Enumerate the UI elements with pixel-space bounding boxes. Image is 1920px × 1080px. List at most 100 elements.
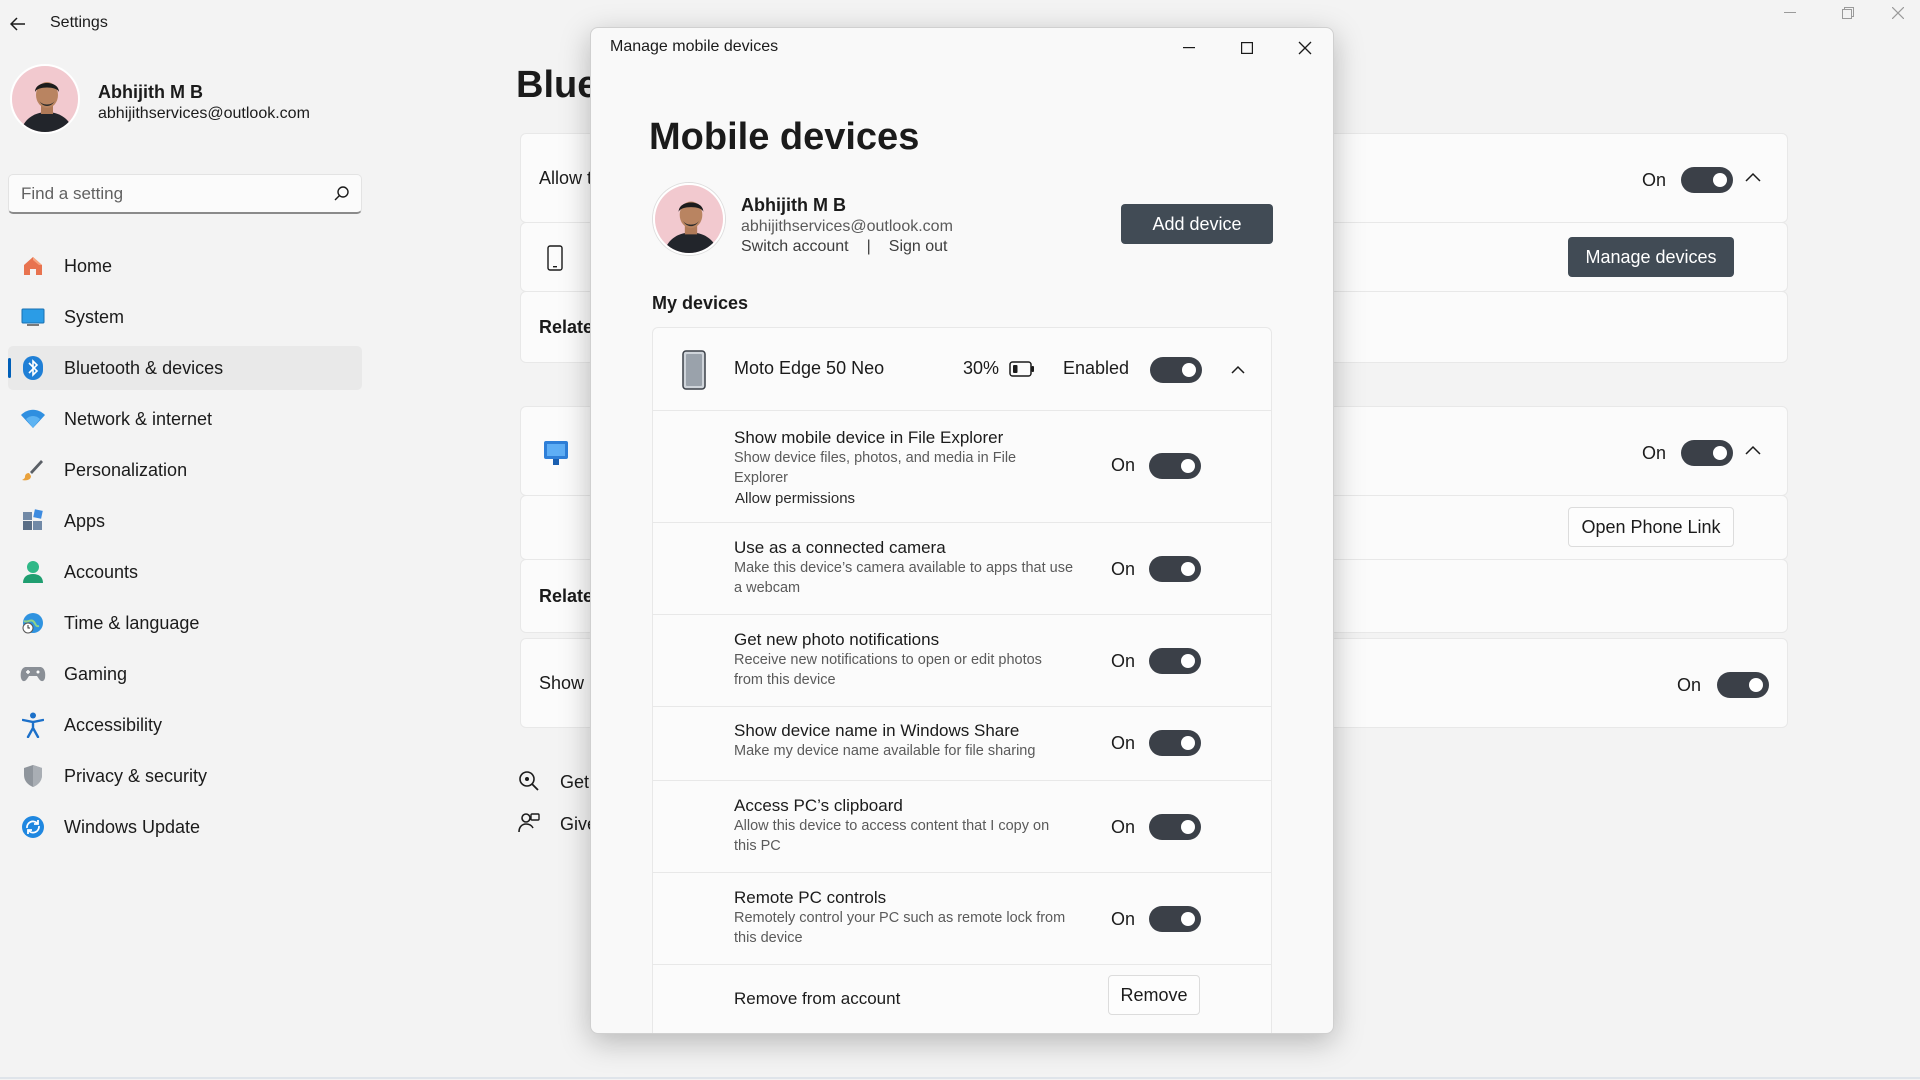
home-icon [20, 253, 46, 279]
link-separator: | [866, 238, 871, 255]
device-name: Moto Edge 50 Neo [734, 358, 885, 378]
nav-item-system[interactable]: System [8, 295, 362, 339]
nav-item-bluetooth-devices[interactable]: Bluetooth & devices [8, 346, 362, 390]
photo-notifications-toggle[interactable] [1149, 648, 1201, 674]
dialog-close-button[interactable] [1277, 28, 1333, 68]
nav-label-windows-update: Windows Update [64, 816, 201, 837]
nav-item-personalization[interactable]: Personalization [8, 448, 362, 492]
device-header[interactable]: Moto Edge 50 Neo 30% Enabled [652, 327, 1272, 411]
nav-label-time-language: Time & language [64, 612, 200, 633]
accessibility-icon [20, 712, 46, 738]
setting-state-label: On [1111, 559, 1136, 579]
setting-row-remote-controls: Remote PC controls Remotely control your… [652, 873, 1272, 965]
windows-share-toggle[interactable] [1149, 730, 1201, 756]
bluetooth-toggle[interactable] [1681, 167, 1733, 193]
remove-button[interactable]: Remove [1108, 975, 1200, 1015]
file-explorer-toggle[interactable] [1149, 453, 1201, 479]
wifi-icon [20, 406, 46, 432]
setting-row-windows-share: Show device name in Windows Share Make m… [652, 707, 1272, 781]
restore-icon [1842, 7, 1854, 19]
device-enabled-toggle[interactable] [1150, 357, 1202, 383]
nav-item-privacy-security[interactable]: Privacy & security [8, 754, 362, 798]
setting-state-label: On [1111, 733, 1136, 753]
setting-row-remove: Remove from account Remove [652, 965, 1272, 1033]
remote-controls-toggle[interactable] [1149, 906, 1201, 932]
dialog-minimize-button[interactable] [1161, 28, 1217, 68]
account-links: Switch account | Sign out [741, 238, 947, 256]
nav-item-apps[interactable]: Apps [8, 499, 362, 543]
back-button[interactable] [4, 10, 32, 38]
phone-link-toggle[interactable] [1681, 440, 1733, 466]
manage-mobile-devices-dialog: Manage mobile devices Mobile devices Abh… [590, 27, 1334, 1034]
nav-item-network[interactable]: Network & internet [8, 397, 362, 441]
minimize-icon [1784, 12, 1796, 13]
back-arrow-icon [10, 17, 25, 31]
search-input[interactable] [21, 183, 334, 204]
nav-label-privacy-security: Privacy & security [64, 765, 208, 786]
switch-account-link[interactable]: Switch account [741, 238, 849, 256]
setting-description: Make this device’s camera available to a… [734, 560, 1074, 596]
get-help-icon [518, 770, 540, 792]
get-help-link[interactable]: Get [560, 772, 589, 793]
feedback-icon [518, 812, 540, 834]
sign-out-link[interactable]: Sign out [889, 238, 948, 256]
setting-description: Remotely control your PC such as remote … [734, 910, 1066, 946]
allow-permissions-link[interactable]: Allow permissions [735, 490, 855, 507]
setting-title: Use as a connected camera [734, 538, 946, 557]
nav-item-accessibility[interactable]: Accessibility [8, 703, 362, 747]
nav-item-home[interactable]: Home [8, 244, 362, 288]
restore-button[interactable] [1820, 0, 1876, 26]
setting-title: Show device name in Windows Share [734, 721, 1020, 740]
setting-title: Show mobile device in File Explorer [734, 428, 1004, 447]
manage-devices-button[interactable]: Manage devices [1568, 237, 1734, 277]
active-indicator [8, 358, 11, 378]
close-icon [1298, 41, 1312, 55]
phone-device-icon [682, 350, 706, 390]
nav-item-gaming[interactable]: Gaming [8, 652, 362, 696]
setting-state-label: On [1111, 455, 1136, 475]
brush-icon [20, 457, 46, 483]
apps-icon [20, 508, 46, 534]
gamepad-icon [20, 661, 46, 687]
nav-label-system: System [64, 306, 125, 327]
battery-icon [1009, 361, 1035, 377]
profile-avatar[interactable] [10, 64, 80, 134]
connected-camera-toggle[interactable] [1149, 556, 1201, 582]
nav-item-accounts[interactable]: Accounts [8, 550, 362, 594]
setting-state-label: On [1111, 651, 1136, 671]
clipboard-toggle[interactable] [1149, 814, 1201, 840]
bottom-edge [0, 1077, 1920, 1079]
nav-item-time-language[interactable]: Time & language [8, 601, 362, 645]
chevron-up-icon[interactable] [1745, 172, 1761, 182]
nav-item-windows-update[interactable]: Windows Update [8, 805, 362, 849]
account-avatar [653, 183, 725, 255]
setting-title: Remote PC controls [734, 888, 887, 907]
nav-label-gaming: Gaming [64, 663, 128, 684]
nav-label-apps: Apps [64, 510, 106, 531]
add-device-button[interactable]: Add device [1121, 204, 1273, 244]
dialog-heading: Mobile devices [649, 116, 920, 158]
setting-row-camera: Use as a connected camera Make this devi… [652, 523, 1272, 615]
phone-link-state-label: On [1642, 443, 1667, 463]
battery-percent: 30% [963, 358, 1000, 378]
setting-row-clipboard: Access PC’s clipboard Allow this device … [652, 781, 1272, 873]
chevron-up-icon[interactable] [1745, 445, 1761, 455]
dialog-title: Manage mobile devices [610, 38, 779, 55]
dialog-maximize-button[interactable] [1219, 28, 1275, 68]
device-list: Moto Edge 50 Neo 30% Enabled Show mobile… [652, 327, 1272, 1033]
minimize-button[interactable] [1762, 0, 1818, 26]
chevron-up-icon[interactable] [1231, 365, 1245, 374]
search-box[interactable] [8, 174, 362, 214]
maximize-icon [1241, 42, 1253, 54]
show-setting-toggle[interactable] [1717, 672, 1769, 698]
nav-label-bluetooth-devices: Bluetooth & devices [64, 357, 224, 378]
show-setting-state-label: On [1677, 675, 1702, 695]
setting-description: Make my device name available for file s… [734, 743, 1036, 759]
close-window-button[interactable] [1870, 0, 1920, 26]
search-icon [334, 186, 349, 201]
avatar-picture [655, 185, 723, 253]
setting-state-label: On [1111, 909, 1136, 929]
related-heading-2: Relate [539, 586, 594, 606]
open-phone-link-button[interactable]: Open Phone Link [1568, 507, 1734, 547]
setting-title: Get new photo notifications [734, 630, 940, 649]
